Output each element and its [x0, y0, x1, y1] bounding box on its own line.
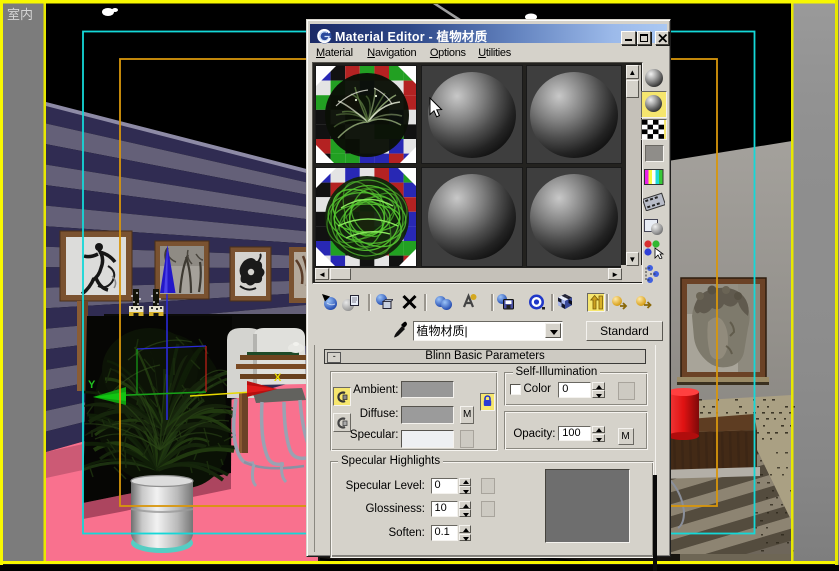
svg-text:室内: 室内: [7, 7, 33, 22]
svg-text:Y: Y: [88, 379, 96, 391]
svg-text:X: X: [274, 372, 282, 384]
